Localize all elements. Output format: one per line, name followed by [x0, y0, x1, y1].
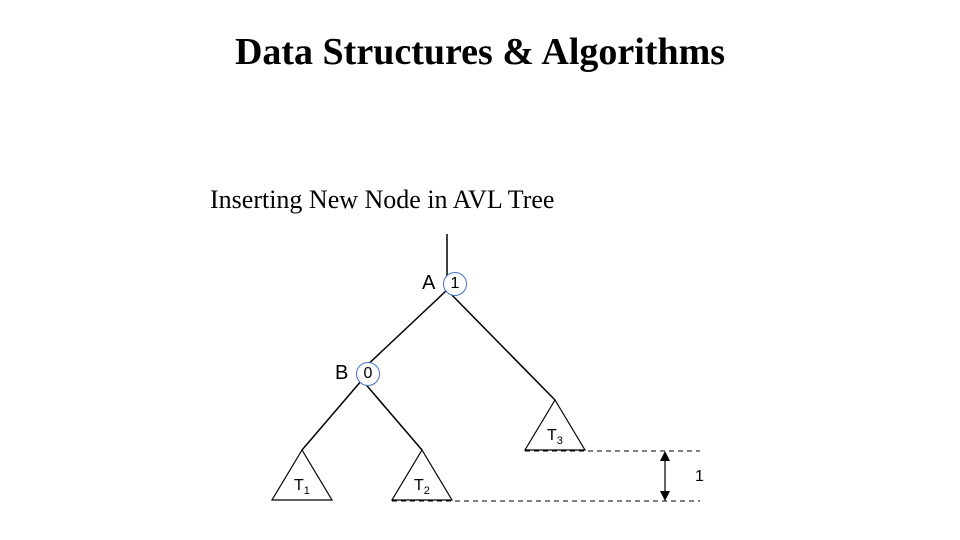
edge-b-to-t2	[362, 380, 422, 450]
height-marker-value: 1	[695, 468, 704, 486]
height-marker-arrow-down	[660, 491, 670, 501]
avl-tree-diagram	[0, 0, 960, 540]
subtree-t3-label: T3	[547, 427, 563, 447]
node-a-label: A	[422, 272, 435, 295]
height-marker-arrow-up	[660, 451, 670, 461]
node-a-balance-value: 1	[451, 275, 460, 293]
subtree-t2-label: T2	[414, 477, 430, 497]
subtree-t1-label: T1	[294, 477, 310, 497]
slide: Data Structures & Algorithms Inserting N…	[0, 0, 960, 540]
node-b-balance: 0	[356, 362, 380, 386]
node-b-balance-value: 0	[364, 365, 373, 383]
node-b-label: B	[335, 362, 348, 385]
node-a-balance: 1	[443, 272, 467, 296]
edge-b-to-t1	[302, 380, 362, 450]
edge-a-to-b	[362, 290, 447, 370]
edge-a-to-t3	[447, 290, 555, 400]
